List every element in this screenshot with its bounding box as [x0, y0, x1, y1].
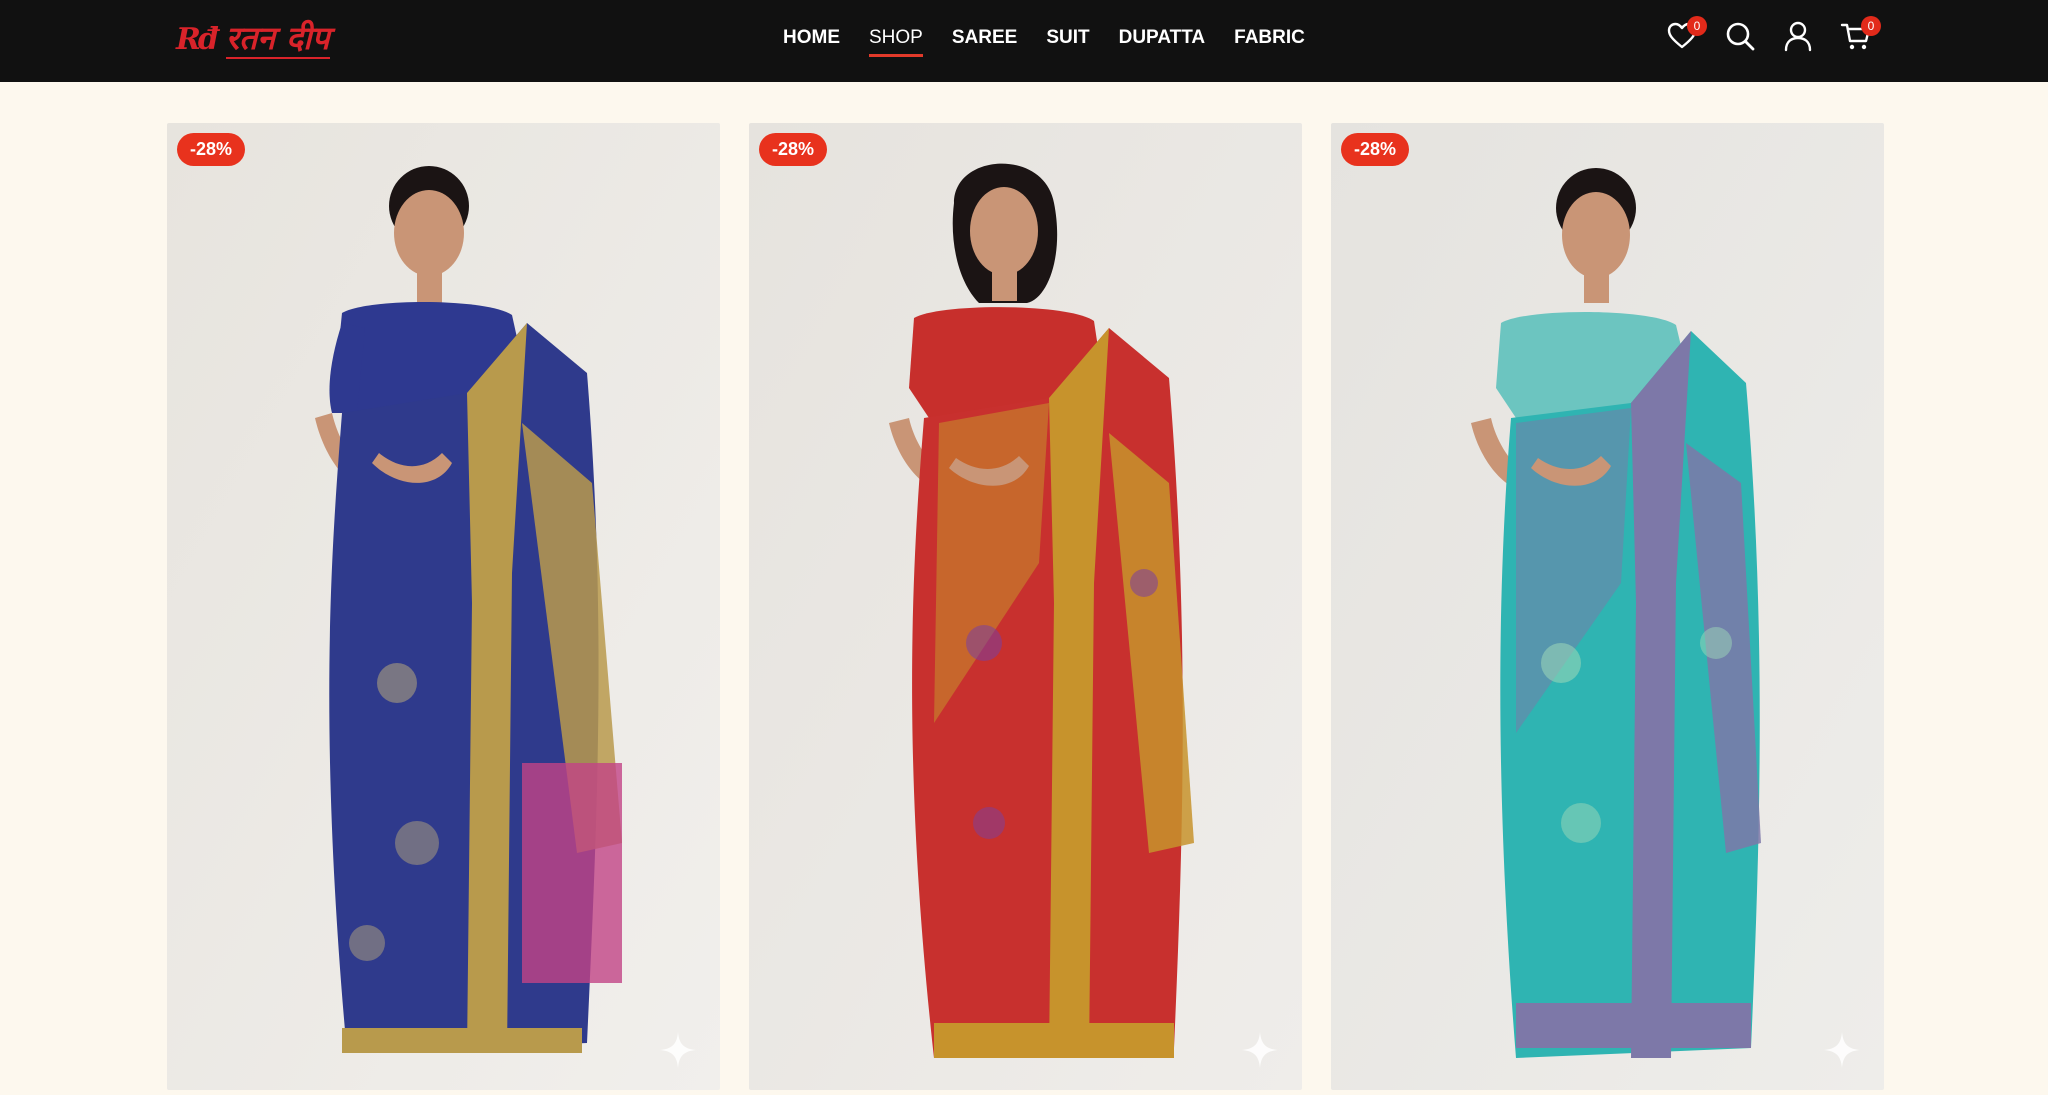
- header-icons: 0 0: [1666, 16, 1898, 54]
- nav-saree[interactable]: SAREE: [952, 27, 1017, 49]
- cart-button[interactable]: 0: [1840, 16, 1881, 54]
- product-card[interactable]: -28%: [749, 123, 1302, 1090]
- discount-badge: -28%: [759, 133, 828, 166]
- nav-shop[interactable]: SHOP: [869, 27, 923, 57]
- search-icon: [1726, 22, 1755, 51]
- brand-name: रतन दीप: [225, 18, 330, 59]
- wishlist-button[interactable]: 0: [1666, 16, 1707, 54]
- site-header: Rđ रतन दीप HOME SHOP SAREE SUIT DUPATTA …: [0, 0, 2048, 82]
- sparkle-icon: [1242, 1032, 1278, 1068]
- product-image[interactable]: [749, 123, 1302, 1090]
- product-card[interactable]: -28%: [167, 123, 720, 1090]
- sparkle-icon: [660, 1032, 696, 1068]
- nav-fabric[interactable]: FABRIC: [1234, 27, 1305, 49]
- nav-dupatta[interactable]: DUPATTA: [1119, 27, 1206, 49]
- product-card[interactable]: -28%: [1331, 123, 1884, 1090]
- discount-badge: -28%: [1341, 133, 1410, 166]
- user-icon: [1784, 21, 1812, 52]
- product-image[interactable]: [1331, 123, 1884, 1090]
- brand-mark: Rđ: [176, 21, 219, 57]
- cart-count-badge: 0: [1861, 16, 1881, 36]
- wishlist-count-badge: 0: [1687, 16, 1707, 36]
- search-button[interactable]: [1724, 20, 1758, 54]
- sparkle-icon: [1824, 1032, 1860, 1068]
- product-image[interactable]: [167, 123, 720, 1090]
- main-nav: HOME SHOP SAREE SUIT DUPATTA FABRIC: [783, 0, 1334, 76]
- brand-logo[interactable]: Rđ रतन दीप: [176, 18, 330, 60]
- account-button[interactable]: [1782, 20, 1816, 54]
- nav-suit[interactable]: SUIT: [1046, 27, 1089, 49]
- nav-home[interactable]: HOME: [783, 27, 840, 49]
- discount-badge: -28%: [177, 133, 246, 166]
